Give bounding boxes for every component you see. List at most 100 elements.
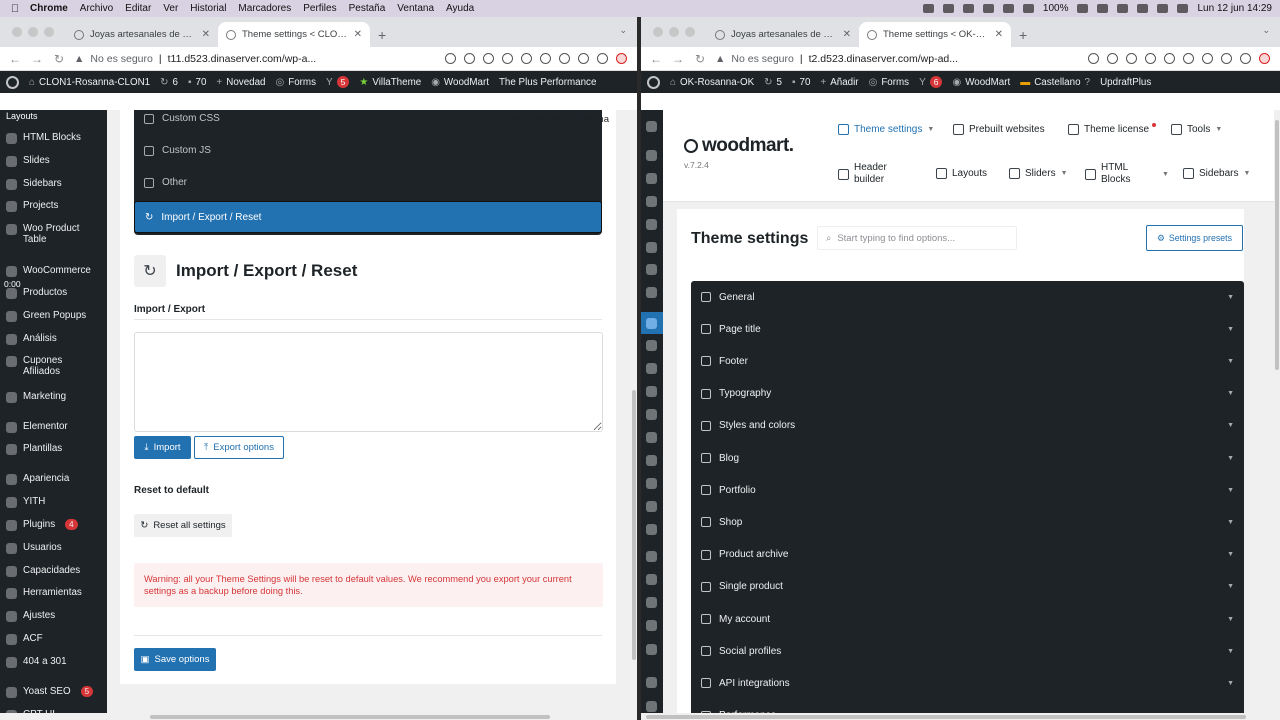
sidebar-menu-icon[interactable] bbox=[646, 287, 657, 298]
reload-icon[interactable]: ↻ bbox=[52, 52, 66, 66]
option-shop[interactable]: Shop ▼ bbox=[691, 506, 1244, 538]
sidepanel-icon[interactable] bbox=[1240, 53, 1251, 64]
sidebar-menu-icon[interactable] bbox=[646, 242, 657, 253]
export-options-button[interactable]: ⤒ Export options bbox=[194, 436, 284, 459]
admin-bar-yoast[interactable]: Y6 bbox=[919, 76, 943, 88]
menu-ayuda[interactable]: Ayuda bbox=[446, 3, 482, 14]
menu-editar[interactable]: Editar bbox=[125, 3, 159, 14]
nav-tools[interactable]: Tools ▼ bbox=[1171, 124, 1222, 135]
import-button[interactable]: ⤓ Import bbox=[134, 436, 191, 459]
wordpress-logo-icon[interactable] bbox=[647, 75, 660, 89]
settings-presets-button[interactable]: ⚙ Settings presets bbox=[1146, 225, 1243, 251]
reload-icon[interactable]: ↻ bbox=[693, 52, 707, 66]
sidebar-item-sidebars[interactable]: Sidebars bbox=[0, 178, 107, 190]
puzzle-icon[interactable] bbox=[578, 53, 589, 64]
sidebar-item-an-lisis[interactable]: Análisis bbox=[0, 333, 107, 345]
sidebar-menu-icon[interactable] bbox=[646, 620, 657, 631]
submenu-custom-css[interactable]: Custom CSS bbox=[144, 113, 220, 124]
scrollbar-thumb[interactable] bbox=[632, 390, 636, 660]
zoom-window-button[interactable] bbox=[685, 27, 695, 37]
close-tab-icon[interactable]: ✕ bbox=[995, 29, 1003, 40]
tab-search-icon[interactable]: ⌄ bbox=[1262, 25, 1270, 36]
sidebar-item-usuarios[interactable]: Usuarios bbox=[0, 542, 107, 554]
status-icon[interactable] bbox=[982, 4, 994, 13]
profile-icon[interactable] bbox=[616, 53, 627, 64]
extension-icon[interactable] bbox=[559, 53, 570, 64]
option-blog[interactable]: Blog ▼ bbox=[691, 442, 1244, 474]
scrollbar-thumb[interactable] bbox=[1275, 120, 1279, 370]
close-tab-icon[interactable]: ✕ bbox=[202, 29, 210, 40]
wordpress-logo-icon[interactable] bbox=[6, 75, 19, 89]
extension-icon[interactable] bbox=[1145, 53, 1156, 64]
admin-bar-comments[interactable]: ▪ 70 bbox=[188, 77, 206, 88]
nav-theme-settings[interactable]: Theme settings ▼ bbox=[838, 124, 934, 135]
admin-bar-site[interactable]: ⌂ OK-Rosanna-OK bbox=[670, 77, 754, 88]
battery-icon[interactable] bbox=[1077, 4, 1089, 13]
option-styles-and-colors[interactable]: Styles and colors ▼ bbox=[691, 410, 1244, 442]
sidebar-menu-icon[interactable] bbox=[646, 150, 657, 161]
save-options-button[interactable]: ▣ Save options bbox=[134, 648, 216, 671]
star-icon[interactable] bbox=[464, 53, 475, 64]
sidebar-menu-icon[interactable] bbox=[646, 173, 657, 184]
status-icon[interactable] bbox=[1022, 4, 1034, 13]
browser-tab[interactable]: Joyas artesanales de diseño en ✕ bbox=[66, 22, 218, 47]
nav-layouts[interactable]: Layouts bbox=[936, 168, 987, 179]
sidebar-menu-icon[interactable] bbox=[646, 219, 657, 230]
submenu-other[interactable]: Other bbox=[144, 177, 187, 188]
sidebar-item-404-a-301[interactable]: 404 a 301 bbox=[0, 656, 107, 668]
close-window-button[interactable] bbox=[12, 27, 22, 37]
sidebar-menu-icon[interactable] bbox=[646, 501, 657, 512]
option-portfolio[interactable]: Portfolio ▼ bbox=[691, 474, 1244, 506]
nav-sliders[interactable]: Sliders ▼ bbox=[1009, 168, 1068, 179]
warning-icon[interactable]: ▲ bbox=[715, 53, 725, 65]
sidebar-item-cupones-afiliados[interactable]: Cupones Afiliados bbox=[0, 355, 107, 377]
status-icon[interactable] bbox=[922, 4, 934, 13]
nav-html-blocks[interactable]: HTML Blocks ▼ bbox=[1085, 162, 1169, 186]
option-page-title[interactable]: Page title ▼ bbox=[691, 313, 1244, 345]
admin-bar-site[interactable]: ⌂ CLON1-Rosanna-CLON1 bbox=[29, 77, 150, 88]
minimize-window-button[interactable] bbox=[669, 27, 679, 37]
extension-icon[interactable] bbox=[502, 53, 513, 64]
extension-icon[interactable] bbox=[1202, 53, 1213, 64]
sidebar-item-productos[interactable]: Productos bbox=[0, 287, 107, 299]
greeting[interactable]: Hola, Rosanna Barcelona bbox=[501, 114, 609, 125]
star-icon[interactable] bbox=[1088, 53, 1099, 64]
sidebar-item-slides[interactable]: Slides bbox=[0, 155, 107, 167]
puzzle-icon[interactable] bbox=[1221, 53, 1232, 64]
option-general[interactable]: General ▼ bbox=[691, 281, 1244, 313]
close-tab-icon[interactable]: ✕ bbox=[354, 29, 362, 40]
option-social-profiles[interactable]: Social profiles ▼ bbox=[691, 635, 1244, 667]
submenu-import-export-reset[interactable]: ↻ Import / Export / Reset bbox=[134, 201, 602, 233]
nav-prebuilt-websites[interactable]: Prebuilt websites bbox=[953, 124, 1045, 135]
sidebar-menu-icon[interactable] bbox=[646, 551, 657, 562]
sidebar-menu-icon[interactable] bbox=[646, 644, 657, 655]
extension-icon[interactable] bbox=[540, 53, 551, 64]
url-text[interactable]: t2.d523.dinaserver.com/wp-ad... bbox=[809, 53, 958, 65]
admin-bar-new[interactable]: + Añadir bbox=[820, 77, 858, 88]
admin-bar-forms[interactable]: ◎ Forms bbox=[275, 77, 316, 88]
back-icon[interactable]: ← bbox=[8, 52, 22, 66]
extension-icon[interactable] bbox=[483, 53, 494, 64]
sidebar-item-herramientas[interactable]: Herramientas bbox=[0, 587, 107, 599]
tab-search-icon[interactable]: ⌄ bbox=[619, 25, 627, 36]
apple-icon[interactable]:  bbox=[0, 3, 30, 15]
option-product-archive[interactable]: Product archive ▼ bbox=[691, 539, 1244, 571]
sidebar-menu-icon[interactable] bbox=[646, 478, 657, 489]
status-icon[interactable] bbox=[1002, 4, 1014, 13]
option-api-integrations[interactable]: API integrations ▼ bbox=[691, 667, 1244, 699]
sidebar-menu-icon[interactable] bbox=[646, 363, 657, 374]
sidebar-item-html-blocks[interactable]: HTML Blocks bbox=[0, 132, 107, 144]
menu-marcadores[interactable]: Marcadores bbox=[238, 3, 299, 14]
forward-icon[interactable]: → bbox=[671, 52, 685, 66]
close-window-button[interactable] bbox=[653, 27, 663, 37]
sidebar-item-projects[interactable]: Projects bbox=[0, 200, 107, 212]
admin-bar-updates[interactable]: ↻ 5 bbox=[764, 77, 782, 88]
option-footer[interactable]: Footer ▼ bbox=[691, 345, 1244, 377]
back-icon[interactable]: ← bbox=[649, 52, 663, 66]
sidebar-menu-icon[interactable] bbox=[646, 409, 657, 420]
sidebar-item-capacidades[interactable]: Capacidades bbox=[0, 565, 107, 577]
sidebar-menu-icon[interactable] bbox=[646, 701, 657, 712]
menu-historial[interactable]: Historial bbox=[190, 3, 234, 14]
admin-bar-updates[interactable]: ↻ 6 bbox=[160, 77, 178, 88]
browser-tab-active[interactable]: Theme settings < CLON1-Rosa ✕ bbox=[218, 22, 370, 47]
